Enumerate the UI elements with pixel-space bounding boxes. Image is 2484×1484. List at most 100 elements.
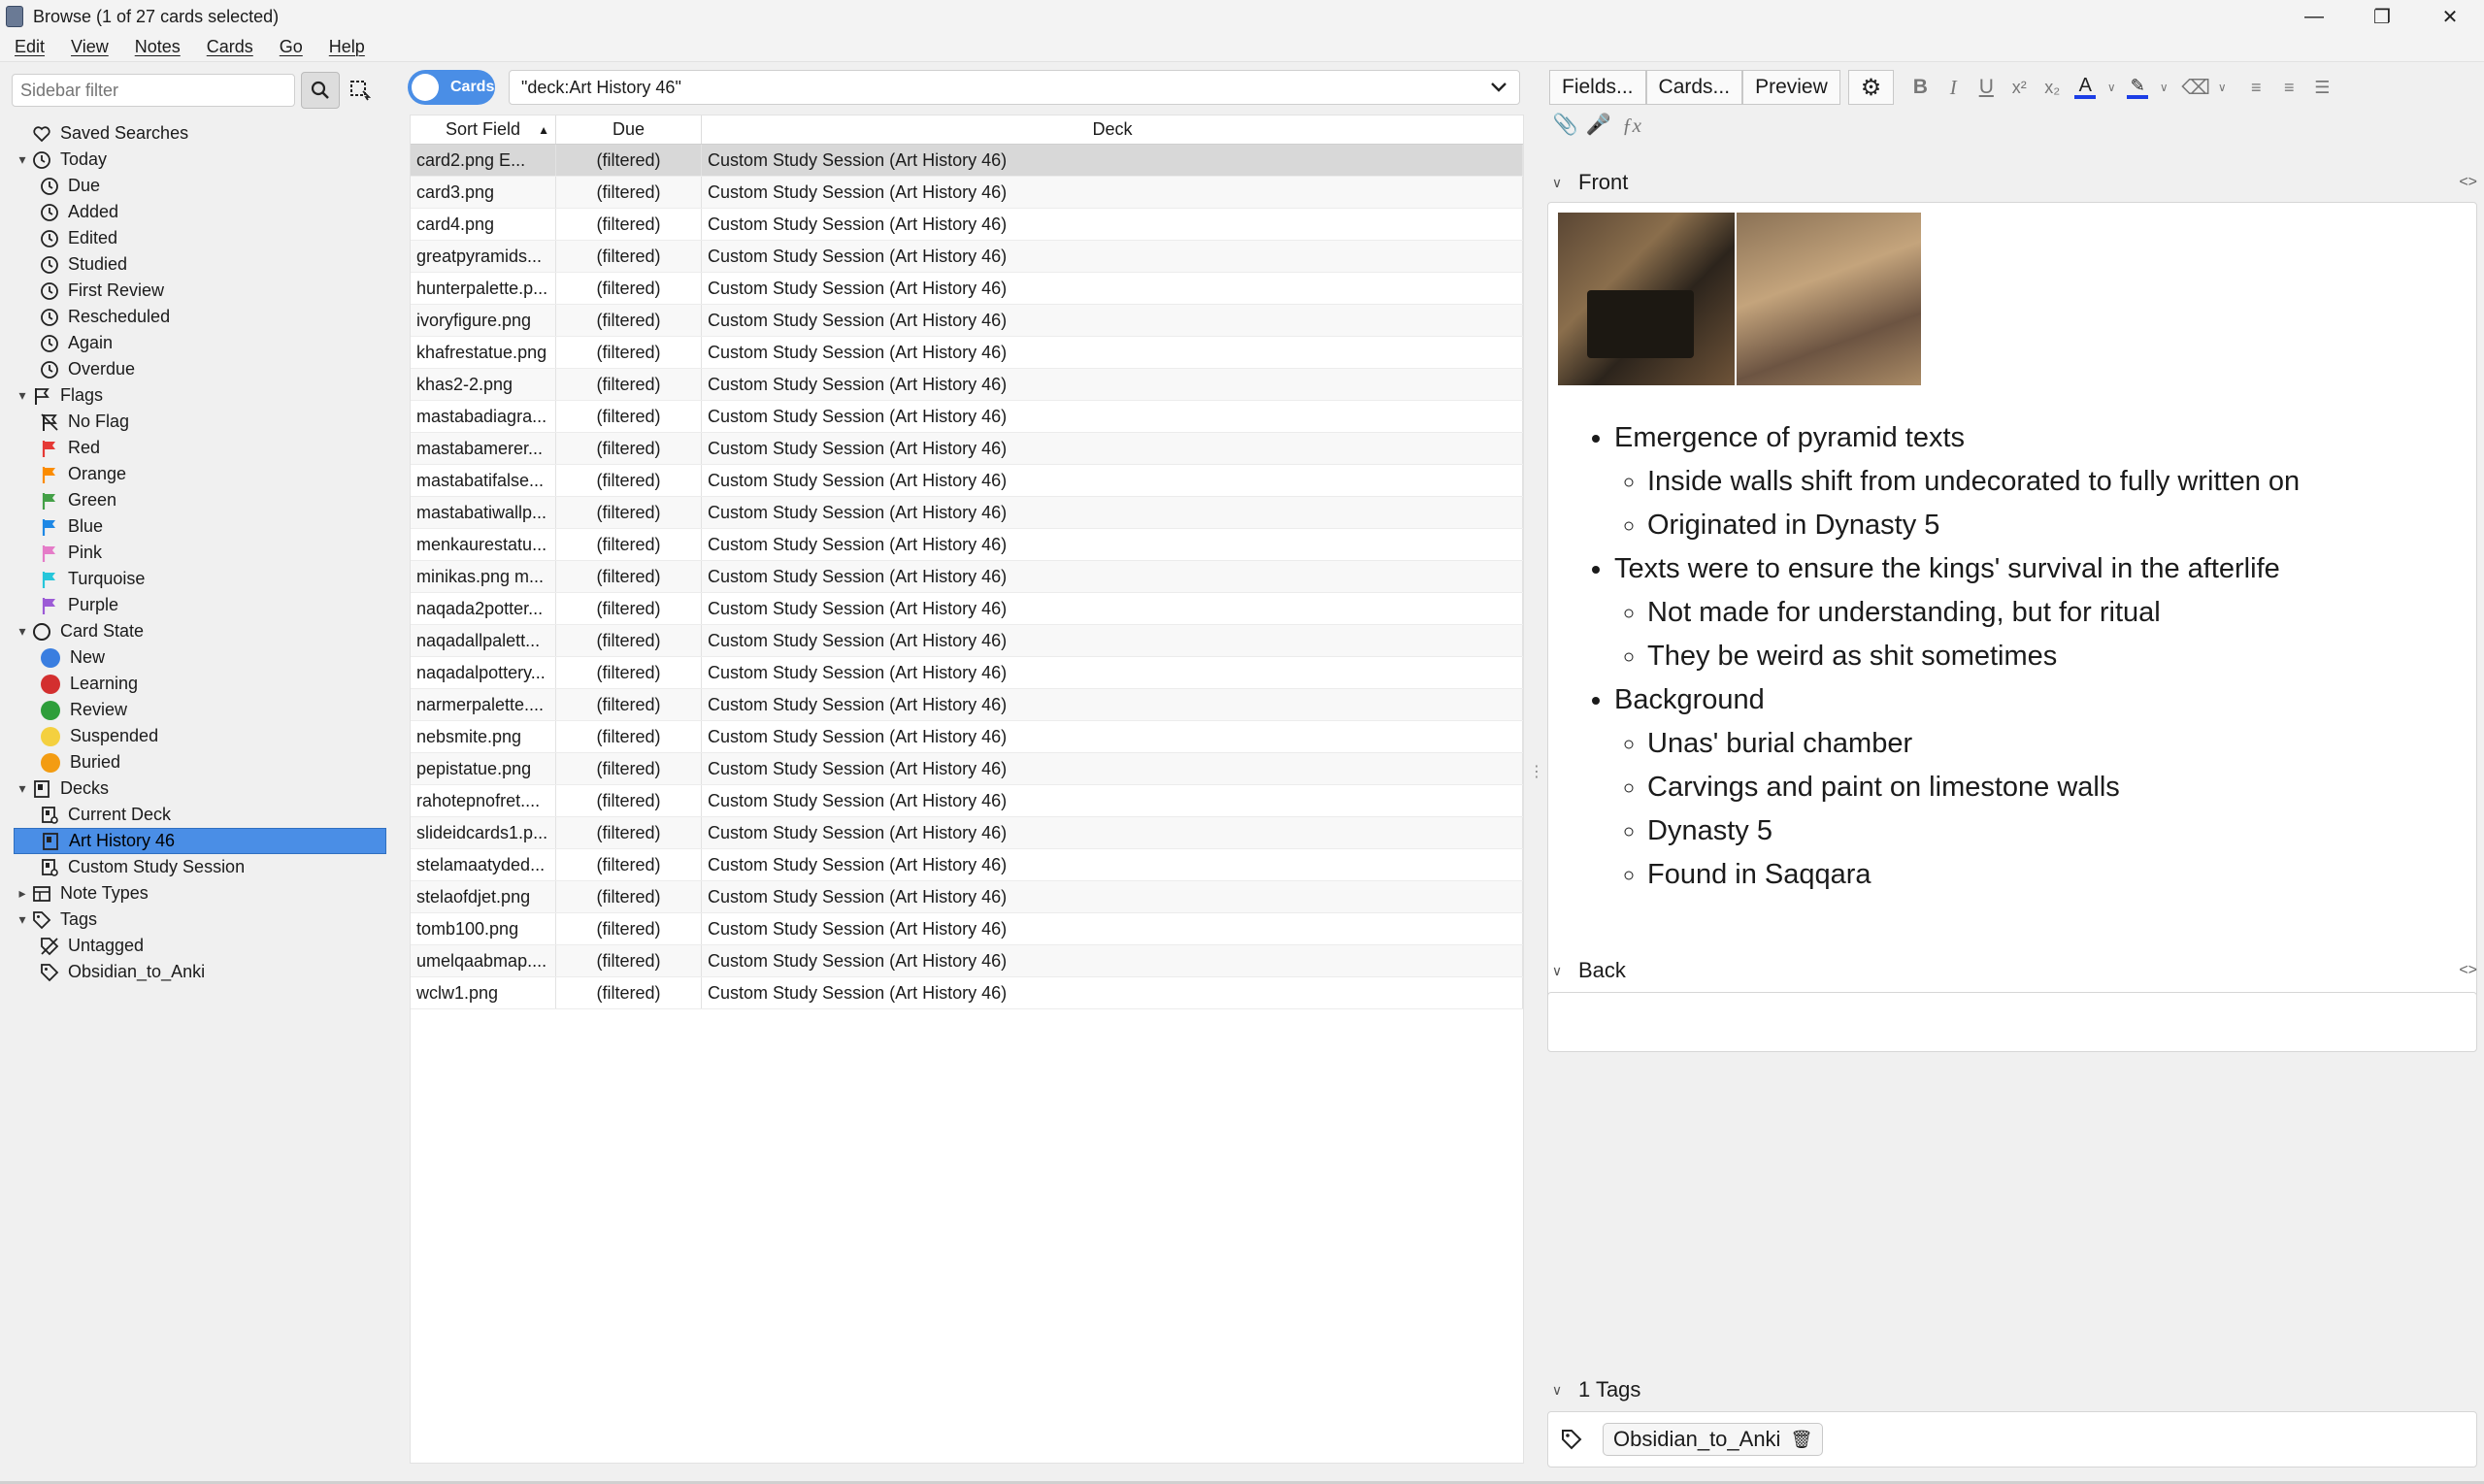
chevron-down-icon[interactable]: ∨ bbox=[2102, 71, 2121, 104]
menu-cards[interactable]: Cards bbox=[192, 37, 265, 57]
formula-icon[interactable]: ƒx bbox=[1615, 109, 1648, 142]
sidebar-item-review[interactable]: Review bbox=[14, 697, 386, 723]
tag-editor[interactable]: Obsidian_to_Anki 🗑 bbox=[1547, 1411, 2477, 1468]
chevron-right-icon[interactable]: ▸ bbox=[14, 885, 31, 902]
table-row[interactable]: nebsmite.png (filtered) Custom Study Sessi… bbox=[411, 721, 1523, 753]
table-row[interactable]: mastabatifalse... (filtered) Custom Study … bbox=[411, 465, 1523, 497]
field-header-front[interactable]: ∨ Front <> bbox=[1545, 169, 2477, 196]
column-header-deck[interactable]: Deck bbox=[702, 115, 1523, 144]
settings-button[interactable]: ⚙ bbox=[1847, 70, 1895, 105]
table-row[interactable]: slideidcards1.p... (filtered) Custom Study… bbox=[411, 817, 1523, 849]
table-row[interactable]: rahotepnofret.... (filtered) Custom Study … bbox=[411, 785, 1523, 817]
sidebar-item-flags[interactable]: ▾ Flags bbox=[14, 382, 386, 409]
table-row[interactable]: naqada2potter... (filtered) Custom Study S… bbox=[411, 593, 1523, 625]
field-header-back[interactable]: ∨ Back <> bbox=[1545, 957, 2477, 984]
sidebar-item-custom-study-session[interactable]: Custom Study Session bbox=[14, 854, 386, 880]
table-row[interactable]: narmerpalette.... (filtered) Custom Study … bbox=[411, 689, 1523, 721]
chevron-down-icon[interactable]: ▾ bbox=[14, 911, 31, 928]
sidebar-item-due[interactable]: Due bbox=[14, 173, 386, 199]
table-row[interactable]: card2.png E... (filtered) Custom Study Ses… bbox=[411, 145, 1523, 177]
menu-notes[interactable]: Notes bbox=[120, 37, 192, 57]
table-row[interactable]: wclw1.png (filtered) Custom Study Session … bbox=[411, 977, 1523, 1009]
table-row[interactable]: minikas.png m... (filtered) Custom Study S… bbox=[411, 561, 1523, 593]
sidebar-item-new[interactable]: New bbox=[14, 644, 386, 671]
eraser-button[interactable]: ⌫ bbox=[2179, 71, 2212, 104]
sidebar-item-learning[interactable]: Learning bbox=[14, 671, 386, 697]
table-row[interactable]: mastabadiagra... (filtered) Custom Study S… bbox=[411, 401, 1523, 433]
sidebar-item-again[interactable]: Again bbox=[14, 330, 386, 356]
html-editor-toggle-icon[interactable]: <> bbox=[2459, 962, 2477, 979]
sidebar-item-untagged[interactable]: Untagged bbox=[14, 933, 386, 959]
column-header-sort-field[interactable]: Sort Field ▲ bbox=[411, 115, 556, 144]
table-row[interactable]: menkaurestatu... (filtered) Custom Study S… bbox=[411, 529, 1523, 561]
html-editor-toggle-icon[interactable]: <> bbox=[2459, 174, 2477, 191]
table-row[interactable]: greatpyramids... (filtered) Custom Study S… bbox=[411, 241, 1523, 273]
sidebar-item-art-history-46[interactable]: Art History 46 bbox=[14, 828, 386, 854]
sidebar-item-decks[interactable]: ▾ Decks bbox=[14, 775, 386, 802]
sidebar-item-added[interactable]: Added bbox=[14, 199, 386, 225]
align-icon[interactable]: ☰ bbox=[2305, 71, 2338, 104]
trash-icon[interactable]: 🗑 bbox=[1790, 1430, 1812, 1450]
sidebar-search-button[interactable] bbox=[301, 72, 340, 109]
sidebar-item-no-flag[interactable]: No Flag bbox=[14, 409, 386, 435]
sidebar-item-buried[interactable]: Buried bbox=[14, 749, 386, 775]
microphone-icon[interactable]: 🎤 bbox=[1582, 109, 1615, 142]
menu-edit[interactable]: Edit bbox=[0, 37, 56, 57]
back-field[interactable] bbox=[1547, 992, 2477, 1052]
sidebar-item-first-review[interactable]: First Review bbox=[14, 278, 386, 304]
bold-button[interactable]: B bbox=[1904, 71, 1937, 104]
table-row[interactable]: tomb100.png (filtered) Custom Study Sessio… bbox=[411, 913, 1523, 945]
table-row[interactable]: khafrestatue.png (filtered) Custom Study S… bbox=[411, 337, 1523, 369]
table-row[interactable]: mastabatiwallp... (filtered) Custom Study … bbox=[411, 497, 1523, 529]
sidebar-item-red[interactable]: Red bbox=[14, 435, 386, 461]
chevron-down-icon[interactable]: ∨ bbox=[2212, 71, 2232, 104]
cards-notes-toggle[interactable]: Cards bbox=[408, 70, 495, 105]
subscript-button[interactable]: x₂ bbox=[2036, 71, 2069, 104]
chevron-down-icon[interactable]: ▾ bbox=[14, 623, 31, 640]
sidebar-item-today[interactable]: ▾ Today bbox=[14, 147, 386, 173]
front-field[interactable]: Emergence of pyramid textsInside walls s… bbox=[1547, 202, 2477, 1007]
table-row[interactable]: naqadalpottery... (filtered) Custom Study … bbox=[411, 657, 1523, 689]
underline-button[interactable]: U bbox=[1970, 71, 2003, 104]
close-button[interactable]: ✕ bbox=[2416, 0, 2484, 33]
chevron-down-icon[interactable]: ∨ bbox=[2154, 71, 2173, 104]
select-tool-button[interactable] bbox=[346, 76, 375, 105]
sidebar-item-note-types[interactable]: ▸ Note Types bbox=[14, 880, 386, 907]
fields-button[interactable]: Fields... bbox=[1549, 70, 1646, 105]
sidebar-item-blue[interactable]: Blue bbox=[14, 513, 386, 540]
table-row[interactable]: khas2-2.png (filtered) Custom Study Sessio… bbox=[411, 369, 1523, 401]
menu-view[interactable]: View bbox=[56, 37, 120, 57]
sidebar-item-rescheduled[interactable]: Rescheduled bbox=[14, 304, 386, 330]
sidebar-item-orange[interactable]: Orange bbox=[14, 461, 386, 487]
sidebar-item-green[interactable]: Green bbox=[14, 487, 386, 513]
restore-button[interactable]: ❐ bbox=[2348, 0, 2416, 33]
table-row[interactable]: umelqaabmap.... (filtered) Custom Study Se… bbox=[411, 945, 1523, 977]
sidebar-item-tags[interactable]: ▾ Tags bbox=[14, 907, 386, 933]
attachment-icon[interactable]: 📎 bbox=[1549, 109, 1582, 142]
cards-button[interactable]: Cards... bbox=[1645, 70, 1743, 105]
sidebar-item-saved-searches[interactable]: Saved Searches bbox=[14, 120, 386, 147]
preview-button[interactable]: Preview bbox=[1742, 70, 1840, 105]
search-input[interactable]: "deck:Art History 46" bbox=[509, 70, 1520, 105]
table-row[interactable]: pepistatue.png (filtered) Custom Study Ses… bbox=[411, 753, 1523, 785]
splitter-handle[interactable]: ⋮ bbox=[1529, 762, 1544, 781]
sidebar-item-obsidian-to-anki[interactable]: Obsidian_to_Anki bbox=[14, 959, 386, 985]
text-color-button[interactable]: A bbox=[2069, 71, 2102, 104]
minimize-button[interactable]: — bbox=[2280, 0, 2348, 33]
tags-header[interactable]: ∨ 1 Tags bbox=[1545, 1376, 2477, 1403]
sidebar-item-purple[interactable]: Purple bbox=[14, 592, 386, 618]
sidebar-item-edited[interactable]: Edited bbox=[14, 225, 386, 251]
table-row[interactable]: mastabamerer... (filtered) Custom Study Se… bbox=[411, 433, 1523, 465]
sidebar-item-overdue[interactable]: Overdue bbox=[14, 356, 386, 382]
table-row[interactable]: stelamaatyded... (filtered) Custom Study S… bbox=[411, 849, 1523, 881]
table-row[interactable]: hunterpalette.p... (filtered) Custom Study… bbox=[411, 273, 1523, 305]
chevron-down-icon[interactable] bbox=[1486, 75, 1511, 100]
sidebar-filter-input[interactable] bbox=[12, 74, 295, 107]
sidebar-item-pink[interactable]: Pink bbox=[14, 540, 386, 566]
bullet-list-icon[interactable]: ≡ bbox=[2239, 71, 2272, 104]
sidebar-item-current-deck[interactable]: Current Deck bbox=[14, 802, 386, 828]
menu-help[interactable]: Help bbox=[315, 37, 377, 57]
table-row[interactable]: card4.png (filtered) Custom Study Session … bbox=[411, 209, 1523, 241]
chevron-down-icon[interactable]: ▾ bbox=[14, 780, 31, 797]
tag-chip[interactable]: Obsidian_to_Anki 🗑 bbox=[1603, 1423, 1824, 1456]
